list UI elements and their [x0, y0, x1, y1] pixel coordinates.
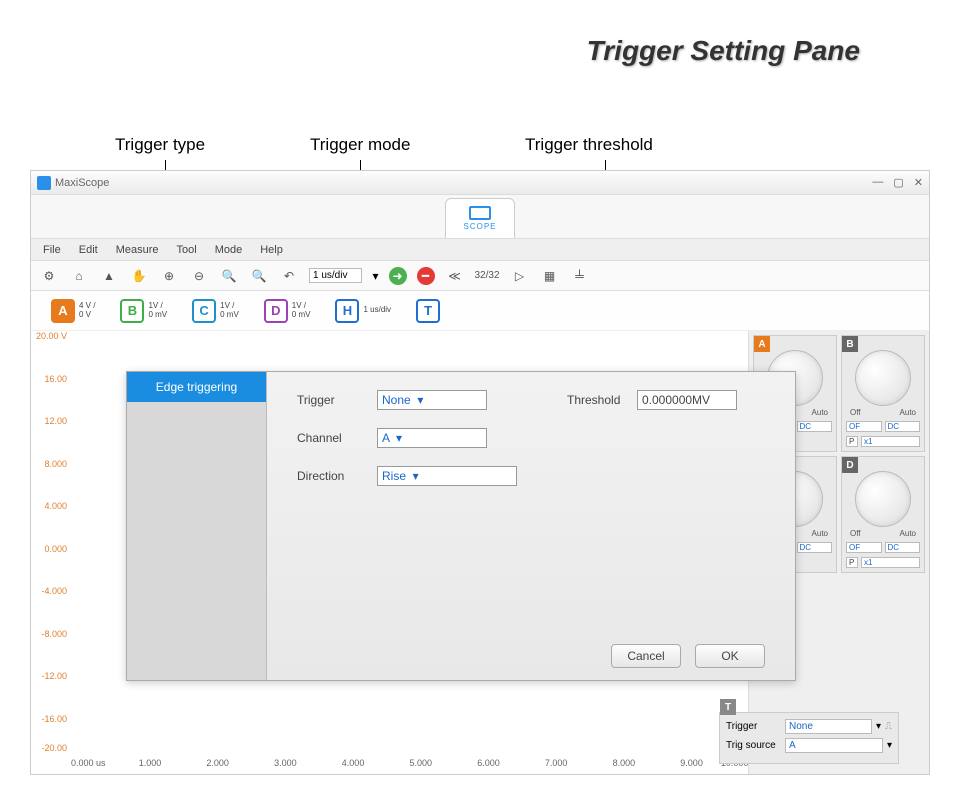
trigger-summary-panel: T Trigger None ▾ ⎍ Trig source A ▾ [719, 712, 899, 764]
pointer-icon[interactable]: ▲ [99, 266, 119, 286]
channel-C-badge: C [192, 299, 216, 323]
menu-file[interactable]: File [43, 244, 61, 256]
form-channel-label: Channel [297, 431, 377, 445]
knob-B: B OffAuto OFDC Px1 [841, 335, 925, 452]
form-direction-label: Direction [297, 469, 377, 483]
knob-B-dial[interactable] [855, 350, 911, 406]
x-axis: 0.000 us 1.000 2.000 3.000 4.000 5.000 6… [71, 758, 748, 774]
run-button[interactable]: ➜ [389, 267, 407, 285]
channel-H-text: 1 us/div [363, 306, 391, 315]
form-trigger-label: Trigger [297, 393, 377, 407]
next-icon[interactable]: ▷ [510, 266, 530, 286]
trigger-source-select[interactable]: A [785, 738, 883, 753]
knob-A-label: A [754, 336, 770, 352]
menu-edit[interactable]: Edit [79, 244, 98, 256]
modal-sidebar: Edge triggering [127, 372, 267, 680]
first-icon[interactable]: ≪ [445, 266, 465, 286]
channel-D-text: 1V /0 mV [292, 302, 311, 320]
channel-T-badge: T [416, 299, 440, 323]
grid-icon[interactable]: ▦ [540, 266, 560, 286]
menu-help[interactable]: Help [260, 244, 283, 256]
trigger-value-select[interactable]: None [785, 719, 872, 734]
menu-measure[interactable]: Measure [116, 244, 159, 256]
channel-A[interactable]: A 4 V /0 V [51, 299, 95, 323]
knob-B-p[interactable]: x1 [861, 436, 920, 447]
menu-mode[interactable]: Mode [215, 244, 243, 256]
knob-D: D OffAuto OFDC Px1 [841, 456, 925, 573]
knob-C-sel2[interactable]: DC [797, 542, 833, 553]
channel-B-badge: B [120, 299, 144, 323]
undo-icon[interactable]: ↶ [279, 266, 299, 286]
app-window: MaxiScope — ▢ ✕ SCOPE File Edit Measure … [30, 170, 930, 775]
edge-triggering-tab[interactable]: Edge triggering [127, 372, 266, 402]
threshold-input[interactable]: 0.000000MV [637, 390, 737, 410]
direction-select[interactable]: Rise ▾ [377, 466, 517, 486]
window-close-icon[interactable]: ✕ [914, 176, 923, 189]
channel-H-badge: H [335, 299, 359, 323]
y-axis: 20.00 V 16.00 12.00 8.000 4.000 0.000 -4… [31, 331, 71, 756]
channel-select[interactable]: A ▾ [377, 428, 487, 448]
scope-label: SCOPE [463, 222, 496, 231]
zoom-out-icon[interactable]: ⊖ [189, 266, 209, 286]
zoom-region-icon[interactable]: 🔍 [249, 266, 269, 286]
dropdown-icon[interactable]: ▾ [887, 740, 892, 751]
zoom-icon[interactable]: 🔍 [219, 266, 239, 286]
scope-tab[interactable]: SCOPE [445, 198, 515, 238]
toolbar: ⚙ ⌂ ▲ ✋ ⊕ ⊖ 🔍 🔍 ↶ 1 us/div ▾ ➜ ━ ≪ 32/32… [31, 261, 929, 291]
window-maximize-icon[interactable]: ▢ [893, 176, 903, 189]
channel-B-text: 1V /0 mV [148, 302, 167, 320]
callout-trigger-type: Trigger type [115, 135, 205, 155]
trigger-T-badge: T [720, 699, 736, 715]
menu-row: File Edit Measure Tool Mode Help [31, 239, 929, 261]
cancel-button[interactable]: Cancel [611, 644, 681, 668]
channel-D-badge: D [264, 299, 288, 323]
knob-D-sel1[interactable]: OF [846, 542, 882, 553]
knob-B-sel1[interactable]: OF [846, 421, 882, 432]
callout-trigger-mode: Trigger mode [310, 135, 410, 155]
channel-A-text: 4 V /0 V [79, 302, 95, 320]
knob-B-label: B [842, 336, 858, 352]
trigger-source-label: Trig source [726, 740, 781, 751]
window-minimize-icon[interactable]: — [872, 176, 883, 189]
trigger-setting-modal: Edge triggering Trigger None ▾ Threshold… [126, 371, 796, 681]
trigger-label: Trigger [726, 721, 781, 732]
channel-C[interactable]: C 1V /0 mV [192, 299, 239, 323]
titlebar: MaxiScope — ▢ ✕ [31, 171, 929, 195]
home-icon[interactable]: ⌂ [69, 266, 89, 286]
settings-icon[interactable]: ⚙ [39, 266, 59, 286]
app-icon [37, 176, 51, 190]
scope-tab-row: SCOPE [31, 195, 929, 239]
dropdown-icon[interactable]: ▾ [372, 269, 378, 283]
knob-A-sel2[interactable]: DC [797, 421, 833, 432]
channel-row: A 4 V /0 V B 1V /0 mV C 1V /0 mV D 1V /0… [31, 291, 929, 331]
stop-button[interactable]: ━ [417, 267, 435, 285]
channel-C-text: 1V /0 mV [220, 302, 239, 320]
bars-icon[interactable]: 𝍦 [570, 266, 590, 286]
form-threshold-label: Threshold [567, 393, 637, 407]
scope-icon [469, 206, 491, 220]
callout-trigger-threshold: Trigger threshold [525, 135, 653, 155]
dropdown-icon[interactable]: ▾ [876, 721, 881, 732]
channel-A-badge: A [51, 299, 75, 323]
menu-tool[interactable]: Tool [177, 244, 197, 256]
channel-H[interactable]: H 1 us/div [335, 299, 391, 323]
knob-D-sel2[interactable]: DC [885, 542, 921, 553]
channel-T[interactable]: T [416, 299, 440, 323]
knob-D-label: D [842, 457, 858, 473]
knob-D-p[interactable]: x1 [861, 557, 920, 568]
timebase-select[interactable]: 1 us/div [309, 268, 362, 283]
hand-icon[interactable]: ✋ [129, 266, 149, 286]
channel-B[interactable]: B 1V /0 mV [120, 299, 167, 323]
knob-D-dial[interactable] [855, 471, 911, 527]
app-title: MaxiScope [55, 177, 109, 189]
modal-body: Trigger None ▾ Threshold 0.000000MV Chan… [267, 372, 795, 680]
ok-button[interactable]: OK [695, 644, 765, 668]
zoom-in-icon[interactable]: ⊕ [159, 266, 179, 286]
page-title: Trigger Setting Pane [587, 35, 860, 67]
knob-B-sel2[interactable]: DC [885, 421, 921, 432]
trigger-select[interactable]: None ▾ [377, 390, 487, 410]
trigger-icon[interactable]: ⎍ [885, 721, 892, 732]
pager: 32/32 [475, 270, 500, 281]
channel-D[interactable]: D 1V /0 mV [264, 299, 311, 323]
